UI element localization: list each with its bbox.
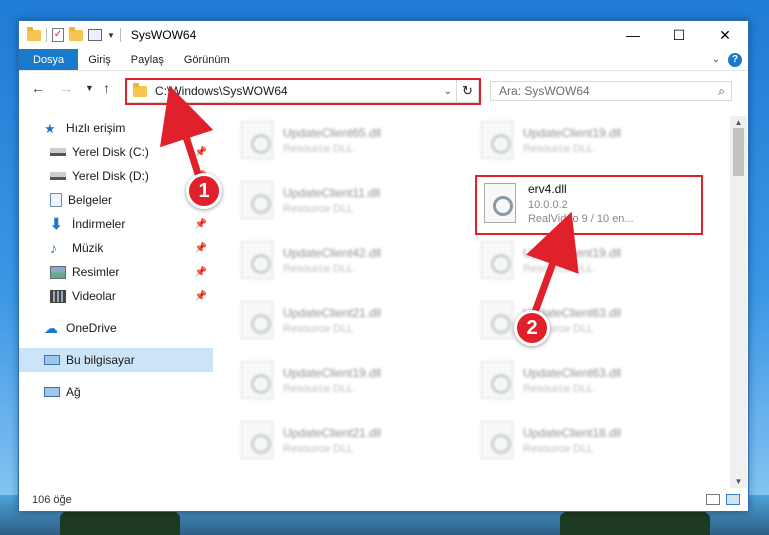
callout-1: 1 xyxy=(186,173,222,209)
arrow-to-address-bar xyxy=(159,85,214,182)
arrow-to-file xyxy=(526,211,579,314)
annotation-arrows xyxy=(159,85,579,314)
callout-2: 2 xyxy=(514,310,550,346)
